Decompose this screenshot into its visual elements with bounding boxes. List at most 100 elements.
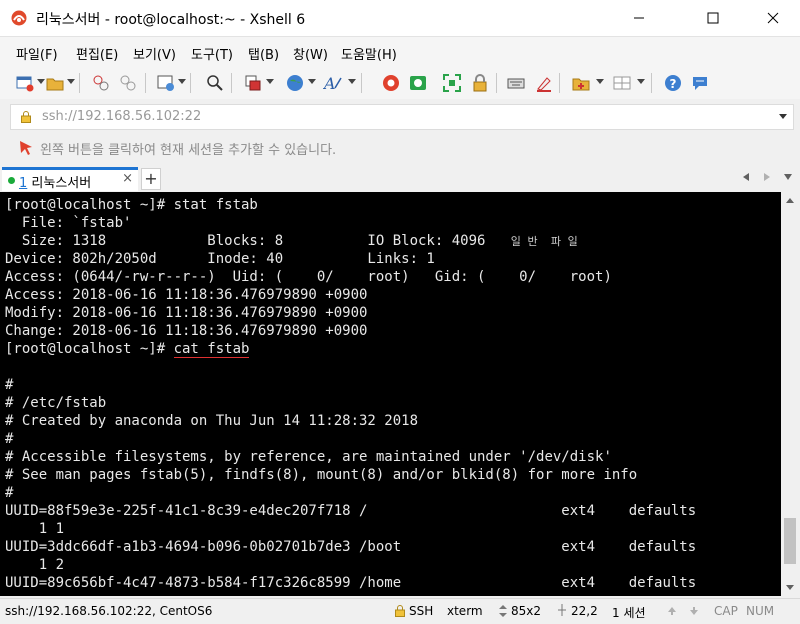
terminal-line: File: `fstab' [5,214,696,232]
tab-scroll-left-icon[interactable] [742,172,750,182]
terminal-line: UUID=3ddc66df-a1b3-4694-b096-0b02701b7de… [5,538,696,556]
menu-window[interactable]: 창(W) [293,44,328,63]
terminal-line-text: # Accessible filesystems, by reference, … [5,449,612,465]
properties-button[interactable] [155,72,177,94]
terminal-screen[interactable]: [root@localhost ~]# stat fstab File: `fs… [0,192,781,596]
properties-icon [157,75,174,91]
address-input[interactable]: ssh://192.168.56.102:22 [42,109,201,124]
terminal-line: # Accessible filesystems, by reference, … [5,448,696,466]
disconnect-button[interactable] [117,72,139,94]
highlight-button[interactable] [533,72,555,94]
menu-view[interactable]: 보기(V) [133,44,176,63]
tab-close-icon[interactable]: × [122,171,133,186]
help-button[interactable]: ? [662,72,684,94]
terminal-line-text: # See man pages fstab(5), findfs(8), mou… [5,467,638,483]
open-dropdown[interactable] [67,79,75,84]
toolbar-separator [79,73,80,93]
chat-bubble-icon [693,77,707,90]
new-tab-group-button[interactable] [570,72,592,94]
status-bar: ssh://192.168.56.102:22, CentOS6 SSH xte… [0,598,800,624]
terminal-line-text: Change: 2018-06-16 11:18:36.476979890 +0… [5,323,368,339]
properties-dropdown[interactable] [178,79,186,84]
font-dropdown[interactable] [348,79,356,84]
svg-text:?: ? [670,77,677,91]
lock-button[interactable] [469,72,491,94]
tab-group-dropdown[interactable] [596,79,604,84]
address-bar[interactable]: ssh://192.168.56.102:22 [10,104,794,130]
menu-tools[interactable]: 도구(T) [191,44,233,63]
hint-text: 왼쪽 버튼을 클릭하여 현재 세션을 추가할 수 있습니다. [40,143,337,158]
tab-scroll-right-icon[interactable] [763,172,771,182]
scroll-up-icon[interactable] [786,198,794,203]
terminal-line: # Created by anaconda on Thu Jun 14 11:2… [5,412,696,430]
terminal-line-text: # [5,377,14,393]
menu-tab[interactable]: 탭(B) [248,44,279,63]
terminal-line: Access: 2018-06-16 11:18:36.476979890 +0… [5,286,696,304]
unlink-icon [120,75,136,91]
scrollbar-thumb[interactable] [784,518,796,564]
scroll-down-icon[interactable] [786,585,794,590]
keyboard-icon [507,78,525,89]
address-dropdown-icon[interactable] [779,114,787,119]
xshell-swirl-icon [383,75,399,91]
terminal-line-text: UUID=88f59e3e-225f-41c1-8c39-e4dec207f71… [5,503,697,519]
color-scheme-icon [245,75,261,91]
status-protocol: SSH [409,604,434,618]
xftp-button[interactable] [380,72,402,94]
layout-button[interactable] [611,72,633,94]
tab-number: 1 [19,176,28,191]
menu-help[interactable]: 도움말(H) [341,44,397,63]
address-lock-icon [21,111,31,123]
menu-file[interactable]: 파일(F) [16,44,58,63]
highlighted-command: cat fstab [173,341,250,358]
lock-icon [473,74,487,92]
link-icon [93,75,109,91]
font-icon: A [323,74,342,92]
svg-text:A: A [323,74,336,92]
toolbar-separator [231,73,232,93]
terminal-line: Modify: 2018-06-16 11:18:36.476979890 +0… [5,304,696,322]
tab-list-icon[interactable] [783,173,793,181]
reconnect-button[interactable] [90,72,112,94]
encoding-button[interactable] [284,72,306,94]
status-size: 85x2 [511,604,542,618]
status-cursor: 22,2 [571,604,598,618]
feedback-button[interactable] [689,72,711,94]
tab-label: 리눅스서버 [31,176,92,191]
add-tab-button[interactable]: + [141,168,161,190]
toolbar-separator [190,73,191,93]
terminal-line-text: 1 1 [5,521,65,537]
terminal-line: # [5,430,696,448]
help-icon: ? [665,75,681,91]
terminal-scrollbar[interactable] [781,192,800,596]
xftp-transfer-button[interactable] [407,72,429,94]
color-scheme-dropdown[interactable] [266,79,274,84]
color-scheme-button[interactable] [242,72,264,94]
encoding-dropdown[interactable] [308,79,316,84]
keyboard-button[interactable] [505,72,527,94]
find-button[interactable] [204,72,226,94]
quick-command-bar: 왼쪽 버튼을 클릭하여 현재 세션을 추가할 수 있습니다. [0,133,800,161]
new-session-icon [16,76,34,92]
fullscreen-button[interactable] [441,72,463,94]
status-session: ssh://192.168.56.102:22, CentOS6 [5,604,213,618]
font-button[interactable]: A [322,72,344,94]
minimize-button[interactable] [616,0,662,36]
terminal-line-text: Access: 2018-06-16 11:18:36.476979890 +0… [5,287,368,303]
toolbar: A ? [0,67,800,99]
maximize-button[interactable] [690,0,736,36]
tab-session[interactable]: 1 리눅스서버 × [2,167,138,191]
terminal-line: Access: (0644/-rw-r--r--) Uid: ( 0/ root… [5,268,696,286]
terminal-line-text: # /etc/fstab [5,395,107,411]
menu-edit[interactable]: 편집(E) [76,44,118,63]
terminal-line: 1 2 [5,556,696,574]
ime-mode-indicator: 일 반 파 일 [510,235,578,248]
new-session-button[interactable] [14,72,36,94]
status-caps: CAP [714,604,738,618]
close-icon [767,12,779,24]
connected-status-icon [8,177,15,184]
layout-dropdown[interactable] [637,79,645,84]
session-arrow-icon[interactable] [18,139,34,155]
open-button[interactable] [44,72,66,94]
close-window-button[interactable] [750,0,796,36]
